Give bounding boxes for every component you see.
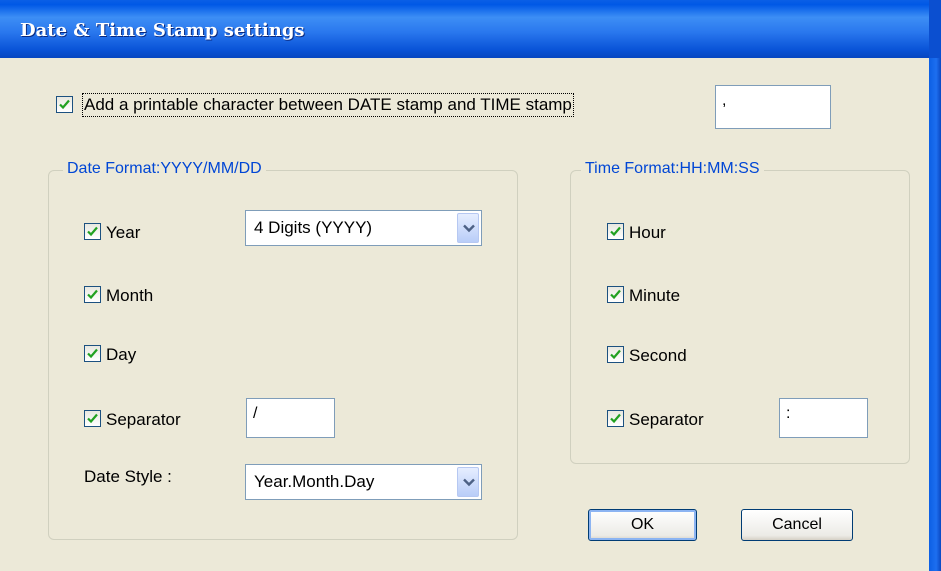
check-icon [610, 349, 621, 360]
date-separator-label: Separator [106, 410, 181, 429]
check-icon [87, 226, 98, 237]
window-frame-right [929, 58, 941, 571]
minute-label: Minute [629, 286, 681, 305]
month-label: Month [106, 286, 154, 305]
add-char-checkbox[interactable] [56, 96, 73, 113]
date-style-value: Year.Month.Day [254, 472, 375, 491]
hour-label: Hour [629, 223, 666, 242]
window-title: Date & Time Stamp settings [20, 20, 305, 41]
month-checkbox[interactable] [84, 286, 101, 303]
date-style-select[interactable]: Year.Month.Day [245, 464, 482, 500]
add-char-label[interactable]: Add a printable character between DATE s… [82, 93, 574, 117]
check-icon [87, 413, 98, 424]
second-checkbox[interactable] [607, 346, 624, 363]
year-format-dropdown-button[interactable] [457, 213, 479, 243]
second-label: Second [629, 346, 687, 365]
date-separator-input[interactable]: / [246, 398, 335, 438]
time-separator-checkbox[interactable] [607, 410, 624, 427]
year-format-select[interactable]: 4 Digits (YYYY) [245, 210, 482, 246]
check-icon [610, 289, 621, 300]
dialog-window: Date & Time Stamp settings Add a printab… [0, 0, 941, 571]
date-separator-checkbox[interactable] [84, 410, 101, 427]
check-icon [59, 99, 70, 110]
check-icon [610, 226, 621, 237]
chevron-down-icon [463, 224, 475, 233]
add-char-input[interactable]: , [715, 85, 831, 129]
check-icon [87, 289, 98, 300]
time-separator-label: Separator [629, 410, 704, 429]
year-checkbox[interactable] [84, 223, 101, 240]
check-icon [610, 413, 621, 424]
time-separator-input[interactable]: : [779, 398, 868, 438]
minute-checkbox[interactable] [607, 286, 624, 303]
time-format-title: Time Format:HH:MM:SS [581, 160, 764, 178]
hour-checkbox[interactable] [607, 223, 624, 240]
check-icon [87, 348, 98, 359]
date-format-title: Date Format:YYYY/MM/DD [63, 160, 266, 178]
title-bar[interactable]: Date & Time Stamp settings [0, 0, 941, 58]
day-checkbox[interactable] [84, 345, 101, 362]
day-label: Day [106, 345, 137, 364]
year-format-value: 4 Digits (YYYY) [254, 218, 373, 237]
chevron-down-icon [463, 478, 475, 487]
title-bar-edge [929, 0, 941, 58]
date-style-dropdown-button[interactable] [457, 467, 479, 497]
year-label: Year [106, 223, 141, 242]
ok-button[interactable]: OK [588, 509, 697, 541]
cancel-button[interactable]: Cancel [741, 509, 853, 541]
date-style-label: Date Style : [84, 467, 172, 486]
